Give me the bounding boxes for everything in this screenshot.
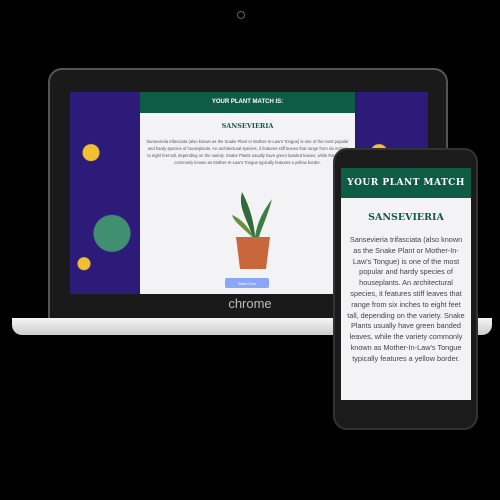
start-over-button[interactable]: Start Over bbox=[225, 278, 269, 288]
plant-description: Sansevieria trifasciata (also known as t… bbox=[146, 139, 349, 165]
page-header: YOUR PLANT MATCH IS: bbox=[140, 92, 355, 113]
camera-icon bbox=[237, 11, 245, 19]
plant-name: SANSEVIERIA bbox=[221, 122, 274, 130]
page-header: YOUR PLANT MATCH IS: bbox=[341, 168, 471, 218]
plant-image bbox=[232, 192, 272, 269]
plant-description: Sansevieria trifasciata (also known as t… bbox=[347, 235, 465, 363]
floral-background-left bbox=[70, 92, 140, 294]
plant-name: SANSEVIERIA bbox=[368, 212, 444, 223]
phone-screen: YOUR PLANT MATCH IS: SANSEVIERIA Sansevi… bbox=[341, 168, 471, 400]
result-panel: YOUR PLANT MATCH IS: SANSEVIERIA Sansevi… bbox=[140, 92, 355, 294]
